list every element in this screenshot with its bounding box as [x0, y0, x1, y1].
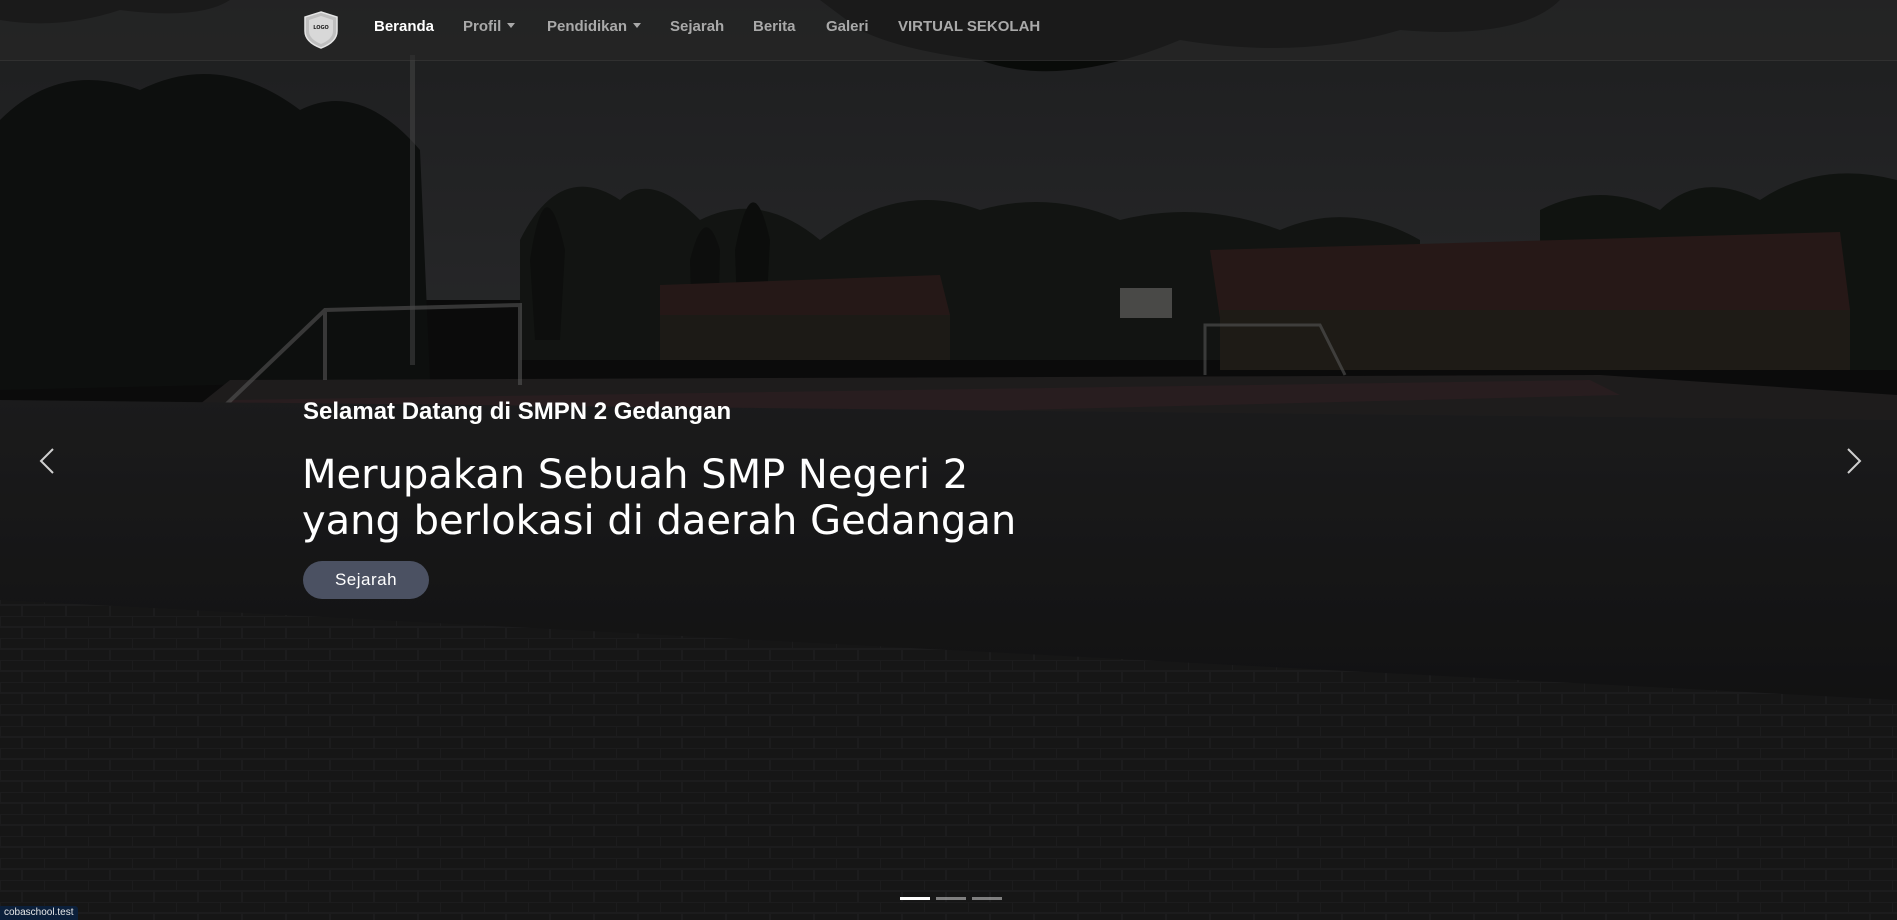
- school-logo[interactable]: LOGO: [303, 11, 339, 49]
- nav-sejarah[interactable]: Sejarah: [670, 18, 724, 38]
- nav-virtual-sekolah-label: VIRTUAL SEKOLAH: [898, 18, 1041, 35]
- logo-label: LOGO: [313, 25, 329, 31]
- nav-virtual-sekolah[interactable]: VIRTUAL SEKOLAH: [898, 18, 1040, 38]
- hero-subtitle: Selamat Datang di SMPN 2 Gedangan: [303, 398, 732, 425]
- nav-galeri[interactable]: Galeri: [826, 18, 869, 38]
- chevron-right-icon: [1847, 448, 1862, 474]
- nav-sejarah-label: Sejarah: [670, 18, 725, 35]
- nav-profil-label: Profil: [463, 18, 502, 35]
- carousel-next-button[interactable]: [1838, 446, 1868, 476]
- nav-galeri-label: Galeri: [826, 18, 869, 35]
- nav-berita[interactable]: Berita: [753, 18, 796, 38]
- nav-beranda-label: Beranda: [374, 18, 435, 35]
- carousel-indicator-2[interactable]: [936, 897, 966, 900]
- hero-title: Merupakan Sebuah SMP Negeri 2 yang berlo…: [302, 452, 1017, 544]
- nav-beranda[interactable]: Beranda: [374, 18, 434, 38]
- carousel-prev-button[interactable]: [33, 446, 63, 476]
- caret-down-icon: [507, 23, 516, 28]
- top-navbar: LOGO Beranda Profil Pendidikan Sejarah B…: [0, 0, 1897, 61]
- carousel-indicator-1[interactable]: [900, 897, 930, 900]
- hero-sejarah-button[interactable]: Sejarah: [303, 561, 429, 599]
- hero-carousel: LOGO Beranda Profil Pendidikan Sejarah B…: [0, 0, 1897, 920]
- nav-pendidikan-label: Pendidikan: [547, 18, 628, 35]
- status-bar-url: cobaschool.test: [0, 906, 78, 920]
- nav-profil[interactable]: Profil: [463, 18, 516, 38]
- chevron-left-icon: [39, 448, 54, 474]
- nav-pendidikan[interactable]: Pendidikan: [547, 18, 642, 38]
- carousel-indicator-3[interactable]: [972, 897, 1002, 900]
- caret-down-icon: [633, 23, 642, 28]
- nav-berita-label: Berita: [753, 18, 796, 35]
